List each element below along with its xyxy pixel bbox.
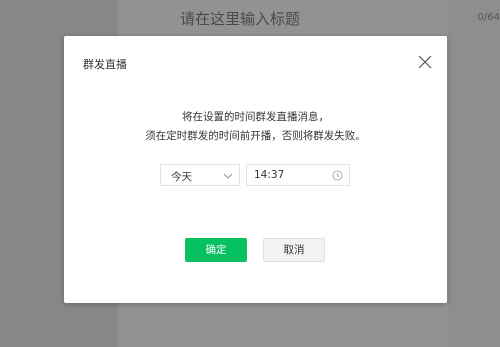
message-line-2: 须在定时群发的时间前开播，否则将群发失败。 [145,130,366,142]
background-title-placeholder: 请在这里输入标题 [180,10,301,28]
time-input-value: 14:37 [254,169,285,181]
chevron-down-icon [223,173,233,179]
dialog-message: 将在设置的时间群发直播消息， 须在定时群发的时间前开播，否则将群发失败。 [64,108,447,146]
cancel-button[interactable]: 取消 [263,238,325,262]
background-right-panel [448,0,500,347]
time-input[interactable]: 14:37 [246,164,350,186]
clock-icon [332,170,343,181]
live-broadcast-dialog: 群发直播 将在设置的时间群发直播消息， 须在定时群发的时间前开播，否则将群发失败… [64,36,447,303]
background-title-counter: 0/64 [477,12,500,23]
close-icon [418,55,432,69]
dialog-title: 群发直播 [83,58,127,71]
message-line-1: 将在设置的时间群发直播消息， [182,111,329,123]
day-select-value: 今天 [171,171,192,183]
confirm-button[interactable]: 确定 [185,238,247,262]
close-button[interactable] [417,54,433,70]
day-select[interactable]: 今天 [160,164,240,186]
